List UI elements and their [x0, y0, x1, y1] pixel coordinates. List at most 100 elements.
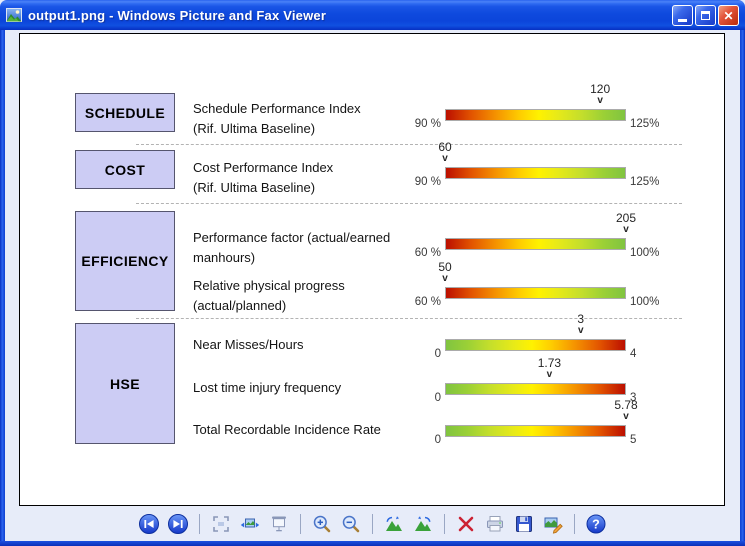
toolbar-separator: [372, 514, 373, 534]
kpi-dashboard-image: SCHEDULE COST EFFICIENCY HSE Schedule Pe…: [20, 34, 724, 505]
save-floppy-icon: [513, 513, 535, 535]
kpi-marker-arrow: v: [623, 412, 629, 422]
maximize-button[interactable]: [695, 5, 716, 26]
section-separator: [136, 318, 682, 319]
image-viewport: SCHEDULE COST EFFICIENCY HSE Schedule Pe…: [19, 33, 725, 506]
close-button[interactable]: ✕: [718, 5, 739, 26]
toolbar-separator: [444, 514, 445, 534]
kpi-scale-max: 100%: [630, 247, 659, 259]
kpi-scale-max: 125%: [630, 176, 659, 188]
app-window: output1.png - Windows Picture and Fax Vi…: [0, 0, 745, 546]
zoom-in-button[interactable]: [309, 511, 335, 537]
delete-icon: [455, 513, 477, 535]
kpi-gradient-bar: [445, 109, 626, 121]
kpi-marker-value: 205: [616, 211, 636, 225]
window-title: output1.png - Windows Picture and Fax Vi…: [28, 8, 326, 23]
kpi-scale-max: 125%: [630, 118, 659, 130]
maximize-icon: [701, 11, 710, 20]
kpi-description: Relative physical progress (actual/plann…: [193, 276, 441, 315]
toolbar-separator: [574, 514, 575, 534]
delete-button[interactable]: [453, 511, 479, 537]
edit-button[interactable]: [540, 511, 566, 537]
kpi-marker-arrow: v: [597, 96, 603, 106]
section-box-cost: COST: [75, 150, 175, 189]
kpi-marker-value: 1.73: [538, 356, 561, 370]
kpi-scale-min: 0: [388, 392, 441, 404]
zoom-in-icon: [311, 513, 333, 535]
kpi-marker-arrow: v: [578, 326, 584, 336]
kpi-scale-min: 90 %: [388, 176, 441, 188]
section-box-efficiency: EFFICIENCY: [75, 211, 175, 311]
kpi-marker-arrow: v: [547, 370, 553, 380]
viewer-toolbar: ?: [5, 509, 740, 539]
rotate-counterclockwise-button[interactable]: [381, 511, 407, 537]
section-box-schedule: SCHEDULE: [75, 93, 175, 132]
kpi-description: Cost Performance Index (Rif. Ultima Base…: [193, 158, 441, 197]
kpi-scale-max: 3: [630, 392, 636, 404]
copy-to-button[interactable]: [511, 511, 537, 537]
minimize-button[interactable]: [672, 5, 693, 26]
print-button[interactable]: [482, 511, 508, 537]
kpi-marker-value: 5.78: [614, 398, 637, 412]
kpi-description: Performance factor (actual/earned manhou…: [193, 228, 441, 267]
kpi-marker-value: 120: [590, 82, 610, 96]
section-separator: [136, 144, 682, 145]
kpi-marker-arrow: v: [623, 225, 629, 235]
rotate-clockwise-button[interactable]: [410, 511, 436, 537]
kpi-gradient-bar: [445, 287, 626, 299]
section-separator: [136, 203, 682, 204]
kpi-gradient-bar: [445, 238, 626, 250]
toolbar-separator: [199, 514, 200, 534]
title-bar[interactable]: output1.png - Windows Picture and Fax Vi…: [0, 0, 745, 30]
kpi-description: Near Misses/Hours: [193, 335, 441, 355]
previous-image-icon: [138, 513, 160, 535]
window-border-left: [0, 30, 5, 546]
kpi-scale-max: 5: [630, 434, 636, 446]
kpi-gradient-bar: [445, 167, 626, 179]
kpi-marker-arrow: v: [442, 154, 448, 164]
best-fit-button[interactable]: [208, 511, 234, 537]
kpi-marker-arrow: v: [442, 274, 448, 284]
window-controls: ✕: [672, 5, 739, 26]
help-button[interactable]: ?: [583, 511, 609, 537]
edit-image-icon: [542, 513, 564, 535]
kpi-scale-max: 100%: [630, 296, 659, 308]
minimize-icon: [678, 19, 687, 22]
toolbar-separator: [300, 514, 301, 534]
kpi-description: Schedule Performance Index (Rif. Ultima …: [193, 99, 441, 138]
kpi-scale-max: 4: [630, 348, 636, 360]
kpi-scale-min: 60 %: [388, 296, 441, 308]
kpi-marker-value: 60: [438, 140, 451, 154]
rotate-clockwise-icon: [412, 513, 434, 535]
window-border-bottom: [0, 541, 745, 546]
kpi-gradient-bar: [445, 339, 626, 351]
kpi-marker-value: 50: [438, 260, 451, 274]
next-image-icon: [167, 513, 189, 535]
zoom-out-icon: [340, 513, 362, 535]
previous-image-button[interactable]: [136, 511, 162, 537]
kpi-gradient-bar: [445, 425, 626, 437]
help-icon: ?: [585, 513, 607, 535]
picture-viewer-icon: [6, 7, 22, 23]
kpi-scale-min: 0: [388, 434, 441, 446]
zoom-out-button[interactable]: [338, 511, 364, 537]
kpi-scale-min: 60 %: [388, 247, 441, 259]
kpi-description: Total Recordable Incidence Rate: [193, 420, 441, 440]
section-box-hse: HSE: [75, 323, 175, 444]
start-slideshow-button[interactable]: [266, 511, 292, 537]
print-icon: [484, 513, 506, 535]
actual-size-button[interactable]: [237, 511, 263, 537]
rotate-counterclockwise-icon: [383, 513, 405, 535]
kpi-scale-min: 0: [388, 348, 441, 360]
next-image-button[interactable]: [165, 511, 191, 537]
slideshow-icon: [268, 513, 290, 535]
kpi-description: Lost time injury frequency: [193, 378, 441, 398]
kpi-marker-value: 3: [577, 312, 584, 326]
best-fit-icon: [210, 513, 232, 535]
svg-text:?: ?: [592, 518, 600, 532]
kpi-gradient-bar: [445, 383, 626, 395]
kpi-scale-min: 90 %: [388, 118, 441, 130]
close-icon: ✕: [723, 10, 733, 22]
window-border-right: [740, 30, 745, 546]
actual-size-icon: [239, 513, 261, 535]
